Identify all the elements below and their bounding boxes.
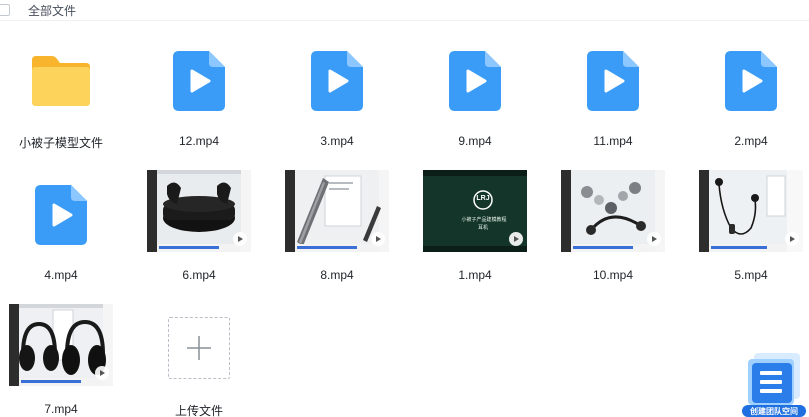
video-file-item[interactable]: 9.mp4 — [421, 36, 529, 158]
thumbnail-title: 小被子产品建模教程 — [461, 217, 507, 223]
video-file-item[interactable]: 2.mp4 — [697, 36, 805, 158]
play-icon — [785, 232, 799, 246]
video-file-item[interactable]: 11.mp4 — [559, 36, 667, 158]
file-name: 1.mp4 — [458, 268, 492, 282]
video-thumbnail-item[interactable]: 7.mp4 — [7, 304, 115, 417]
upload-item[interactable]: 上传文件 — [145, 304, 253, 417]
play-icon — [371, 232, 385, 246]
video-file-item[interactable]: 12.mp4 — [145, 36, 253, 158]
video-file-icon — [35, 185, 87, 245]
video-thumbnail-item[interactable]: 10.mp4 — [559, 170, 667, 292]
video-thumbnail-item[interactable]: LRJ 小被子产品建模教程 耳机 1.mp4 — [421, 170, 529, 292]
thumbnail-subtitle: 耳机 — [477, 225, 488, 231]
play-icon — [233, 232, 247, 246]
file-name: 4.mp4 — [44, 268, 78, 282]
folder-item[interactable]: 小被子模型文件 — [7, 36, 115, 158]
video-thumbnail: LRJ 小被子产品建模教程 耳机 — [423, 170, 527, 252]
file-name: 10.mp4 — [592, 268, 634, 282]
video-thumbnail-item[interactable]: 8.mp4 — [283, 170, 391, 292]
play-icon — [647, 232, 661, 246]
video-file-item[interactable]: 3.mp4 — [283, 36, 391, 158]
logo-text: LRJ — [476, 195, 490, 202]
video-thumbnail — [699, 170, 803, 252]
play-icon — [95, 366, 109, 380]
file-browser: 全部文件 小被子模型文件 12.mp4 3.mp4 9.mp4 11.mp4 2… — [0, 0, 809, 417]
plus-icon — [187, 336, 211, 360]
video-file-icon — [587, 51, 639, 111]
file-name: 8.mp4 — [320, 268, 354, 282]
upload-button[interactable] — [168, 317, 230, 379]
team-space-label: 创建团队空间 — [750, 407, 798, 416]
video-thumbnail — [285, 170, 389, 252]
file-name: 2.mp4 — [734, 134, 768, 148]
team-space-widget[interactable]: 创建团队空间 — [742, 353, 806, 417]
video-file-item[interactable]: 4.mp4 — [7, 170, 115, 292]
video-file-icon — [449, 51, 501, 111]
file-name: 12.mp4 — [178, 134, 220, 148]
video-thumbnail — [147, 170, 251, 252]
video-file-icon — [725, 51, 777, 111]
folder-icon — [32, 56, 90, 106]
play-icon — [509, 232, 523, 246]
video-thumbnail — [9, 304, 113, 386]
video-thumbnail-item[interactable]: 5.mp4 — [697, 170, 805, 292]
file-name: 小被子模型文件 — [18, 136, 103, 150]
file-name: 7.mp4 — [44, 402, 78, 416]
file-name: 6.mp4 — [182, 268, 216, 282]
file-name: 3.mp4 — [320, 134, 354, 148]
video-thumbnail-item[interactable]: 6.mp4 — [145, 170, 253, 292]
file-grid: 小被子模型文件 12.mp4 3.mp4 9.mp4 11.mp4 2.mp4 … — [0, 0, 809, 417]
file-name: 9.mp4 — [458, 134, 492, 148]
video-file-icon — [311, 51, 363, 111]
upload-label: 上传文件 — [174, 404, 223, 417]
video-thumbnail — [561, 170, 665, 252]
file-name: 5.mp4 — [734, 268, 768, 282]
video-file-icon — [173, 51, 225, 111]
file-name: 11.mp4 — [593, 134, 633, 148]
